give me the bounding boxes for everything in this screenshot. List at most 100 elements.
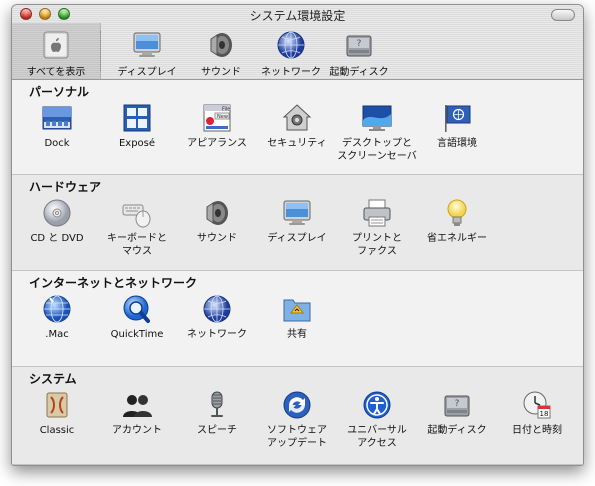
pref-pane-security-house[interactable]: セキュリティ [252, 102, 342, 150]
pref-pane-label: ソフトウェア アップデート [267, 425, 327, 449]
pref-pane-label: 起動ディスク [427, 425, 487, 436]
pref-pane-label: アカウント [112, 425, 162, 436]
pref-pane-network-globe[interactable]: ネットワーク [172, 293, 262, 341]
speaker-icon [201, 197, 233, 229]
pref-pane-universal-access[interactable]: ユニバーサル アクセス [332, 389, 422, 450]
international-flag-icon [441, 102, 473, 134]
expose-icon [121, 102, 153, 134]
pref-pane-classic[interactable]: Classic [12, 389, 102, 437]
pref-pane-label: Dock [44, 138, 70, 149]
window-title: システム環境設定 [249, 9, 346, 23]
pref-pane-date-time[interactable]: 18 日付と時刻 [492, 389, 582, 437]
section-divider [12, 464, 583, 465]
pref-pane-label: アピアランス [187, 138, 247, 149]
section-1: ハードウェア CD と DVD キーボードと マウス サウンド ディスプレイ プリントと … [12, 175, 583, 271]
toolbar-item-display[interactable]: ディスプレイ [109, 23, 185, 79]
printer-icon [361, 197, 393, 229]
system-preferences-window: システム環境設定 すべてを表示 ディスプレイ サウンド ネットワーク? 起動ディスク パ… [11, 4, 584, 466]
pref-pane-label: 省エネルギー [427, 233, 487, 244]
classic-icon [41, 389, 73, 421]
network-globe-icon [275, 29, 307, 61]
pref-pane-label: サウンド [197, 233, 237, 244]
speaker-icon [205, 29, 237, 61]
lightbulb-icon [441, 197, 473, 229]
toolbar-item-startup-disk[interactable]: ? 起動ディスク [316, 23, 402, 79]
pref-pane-label: .Mac [45, 329, 69, 340]
svg-text:File: File [222, 107, 230, 113]
toolbar-item-label: すべてを表示 [26, 67, 86, 78]
toolbar-item-label: ディスプレイ [117, 67, 177, 78]
toolbar-separator [100, 31, 101, 71]
pref-pane-microphone[interactable]: スピーチ [172, 389, 262, 437]
section-0: パーソナル Dock Exposé File New アピアランス セキュリティ デスクトップ… [12, 80, 583, 175]
svg-text:?: ? [455, 399, 460, 409]
pref-pane-label: プリントと ファクス [352, 233, 402, 257]
pref-pane-startup-disk[interactable]: ? 起動ディスク [412, 389, 502, 437]
pref-pane-lightbulb[interactable]: 省エネルギー [412, 197, 502, 245]
toolbar-item-speaker[interactable]: サウンド [190, 23, 252, 79]
section-3: システム Classic アカウント スピーチ ソフトウェア アップデート ユニバーサル … [12, 367, 583, 465]
pref-pane-label: ディスプレイ [267, 233, 327, 244]
network-globe-icon [201, 293, 233, 325]
pref-pane-label: 共有 [287, 329, 307, 340]
pref-pane-international-flag[interactable]: 言語環境 [412, 102, 502, 150]
display-icon [281, 197, 313, 229]
pref-pane-dotmac-globe[interactable]: .Mac [12, 293, 102, 341]
pref-pane-label: CD と DVD [30, 233, 84, 244]
pref-pane-label: ネットワーク [187, 329, 247, 340]
title-bar[interactable]: システム環境設定 [12, 5, 583, 23]
pref-pane-label: セキュリティ [267, 138, 327, 149]
pref-pane-expose[interactable]: Exposé [92, 102, 182, 150]
pref-pane-keyboard-mouse[interactable]: キーボードと マウス [92, 197, 182, 258]
accounts-icon [121, 389, 153, 421]
cd-dvd-icon [41, 197, 73, 229]
display-icon [131, 29, 163, 61]
pref-pane-quicktime[interactable]: QuickTime [92, 293, 182, 341]
section-title: システム [29, 372, 77, 386]
pref-pane-label: QuickTime [110, 329, 164, 340]
pref-pane-cd-dvd[interactable]: CD と DVD [12, 197, 102, 245]
toolbar-toggle-button[interactable] [551, 9, 575, 21]
section-title: パーソナル [29, 85, 90, 99]
section-2: インターネットとネットワーク .Mac QuickTime ネットワーク 共有 [12, 271, 583, 367]
startup-disk-icon: ? [441, 389, 473, 421]
toolbar-item-label: サウンド [201, 67, 241, 78]
dock-icon [41, 102, 73, 134]
svg-text:18: 18 [540, 410, 549, 418]
pref-pane-label: 言語環境 [437, 138, 477, 149]
pref-pane-label: スピーチ [197, 425, 237, 436]
security-house-icon [281, 102, 313, 134]
pref-pane-dock[interactable]: Dock [12, 102, 102, 150]
pref-pane-software-update[interactable]: ソフトウェア アップデート [252, 389, 342, 450]
pref-pane-sharing-folder[interactable]: 共有 [252, 293, 342, 341]
pref-pane-label: 日付と時刻 [512, 425, 562, 436]
pref-pane-label: デスクトップと スクリーンセーバ [337, 138, 417, 162]
universal-access-icon [361, 389, 393, 421]
pref-pane-accounts[interactable]: アカウント [92, 389, 182, 437]
svg-text:New: New [217, 114, 228, 120]
desktop-screensaver-icon [361, 102, 393, 134]
pref-pane-label: ユニバーサル アクセス [347, 425, 407, 449]
pref-pane-printer[interactable]: プリントと ファクス [332, 197, 422, 258]
pref-pane-appearance[interactable]: File New アピアランス [172, 102, 262, 150]
pref-pane-display[interactable]: ディスプレイ [252, 197, 342, 245]
keyboard-mouse-icon [121, 197, 153, 229]
startup-disk-icon: ? [343, 29, 375, 61]
toolbar-item-apple-show-all[interactable]: すべてを表示 [12, 23, 101, 79]
microphone-icon [201, 389, 233, 421]
quicktime-icon [121, 293, 153, 325]
date-time-icon: 18 [521, 389, 553, 421]
pref-pane-label: Classic [39, 425, 75, 436]
svg-text:?: ? [357, 39, 362, 49]
section-title: ハードウェア [29, 180, 102, 194]
pref-pane-label: キーボードと マウス [107, 233, 167, 257]
toolbar: すべてを表示 ディスプレイ サウンド ネットワーク? 起動ディスク [12, 23, 583, 80]
toolbar-item-label: 起動ディスク [329, 67, 389, 78]
section-title: インターネットとネットワーク [29, 276, 198, 290]
software-update-icon [281, 389, 313, 421]
dotmac-globe-icon [41, 293, 73, 325]
pref-pane-speaker[interactable]: サウンド [172, 197, 262, 245]
pref-pane-desktop-screensaver[interactable]: デスクトップと スクリーンセーバ [332, 102, 422, 163]
appearance-icon: File New [201, 102, 233, 134]
pref-pane-label: Exposé [118, 138, 156, 149]
